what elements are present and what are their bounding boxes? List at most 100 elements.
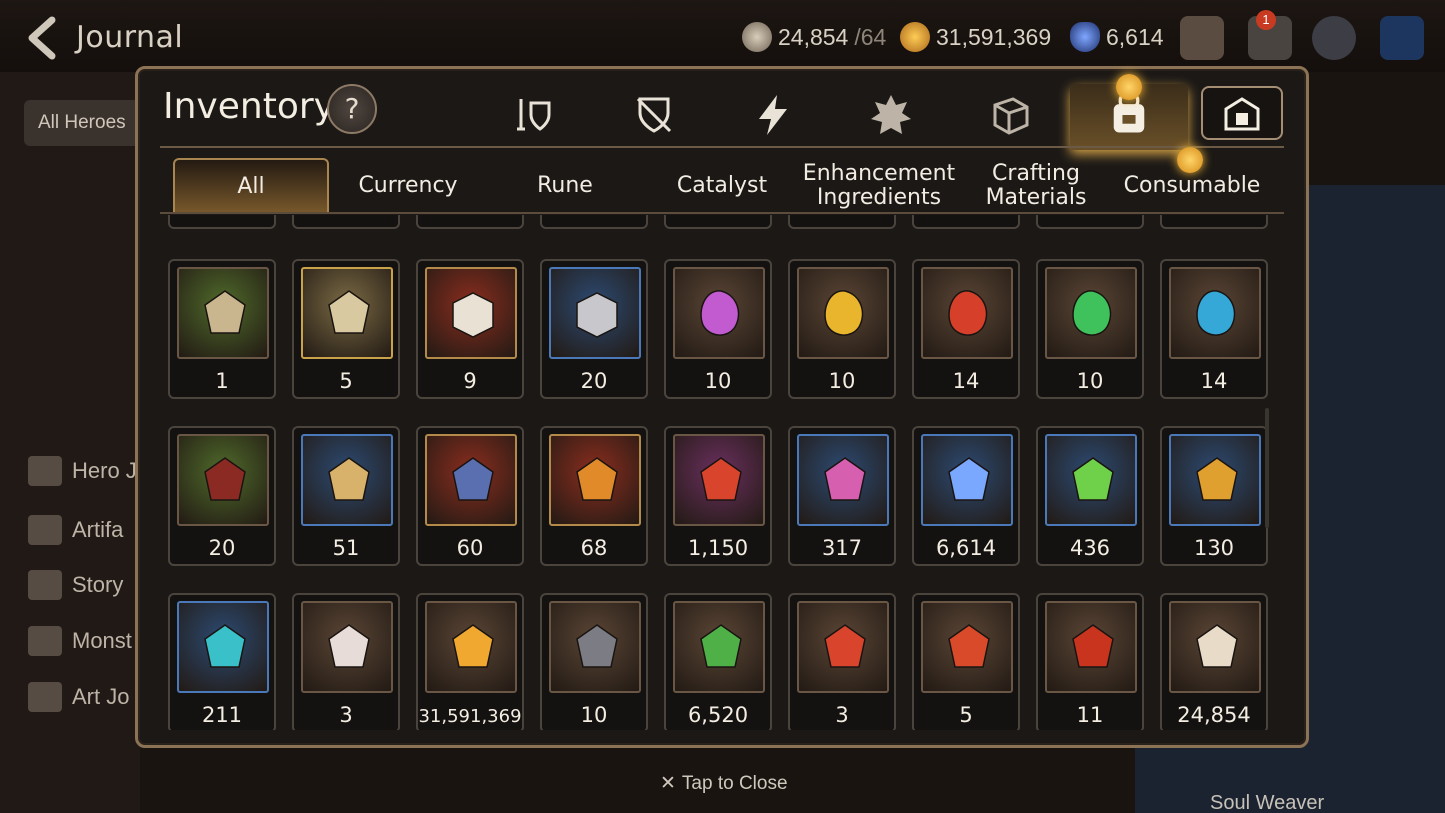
root-icon [328, 457, 370, 501]
inventory-slot[interactable]: 14 [1160, 259, 1268, 399]
sidebar-item-artifact[interactable]: Artifa [28, 515, 123, 545]
inventory-slot[interactable]: 14 [912, 259, 1020, 399]
sidebar-item-hero-journal[interactable]: Hero J [28, 456, 137, 486]
inventory-slot[interactable]: 10 [1036, 259, 1144, 399]
sidebar-item-story[interactable]: Story [28, 570, 123, 600]
inventory-slot[interactable]: 5 [292, 259, 400, 399]
mail-icon[interactable]: 1 [1248, 10, 1292, 60]
tap-to-close[interactable]: ✕ Tap to Close [660, 772, 788, 795]
claw-icon [204, 457, 246, 501]
inventory-slot[interactable]: 1 [168, 259, 276, 399]
inventory-slot-partial[interactable] [912, 215, 1020, 229]
item-frame [921, 267, 1013, 359]
inventory-slot-partial[interactable] [1036, 215, 1144, 229]
inventory-slot[interactable]: 10 [664, 259, 772, 399]
shop-icon[interactable] [1180, 16, 1224, 60]
item-quantity: 10 [828, 369, 856, 393]
sidebar-item-art-journal[interactable]: Art Jo [28, 682, 129, 712]
storage-button[interactable] [1201, 86, 1283, 140]
green-heart-icon [700, 624, 742, 668]
tab-crafting-materials[interactable]: Crafting Materials [958, 158, 1114, 214]
inventory-slot-partial[interactable] [416, 215, 524, 229]
item-frame [673, 267, 765, 359]
item-frame [425, 434, 517, 526]
inventory-slot[interactable]: 68 [540, 426, 648, 566]
inventory-slot[interactable]: 31,591,369 [416, 593, 524, 730]
stamina-resource[interactable]: 24,854/64 [742, 22, 886, 52]
inventory-slot[interactable]: 10 [788, 259, 896, 399]
inventory-slot-partial[interactable] [664, 215, 772, 229]
tab-rune[interactable]: Rune [487, 158, 643, 214]
skystone-resource[interactable]: 6,614 [1070, 22, 1164, 52]
item-frame [549, 267, 641, 359]
inventory-slot[interactable]: 10 [540, 593, 648, 730]
hero-filter[interactable]: All Heroes [24, 100, 144, 146]
tab-enhancement-ingredients[interactable]: Enhancement Ingredients [801, 158, 957, 214]
item-frame [177, 601, 269, 693]
inventory-slot[interactable]: 20 [168, 426, 276, 566]
tab-currency[interactable]: Currency [330, 158, 486, 214]
inventory-slot[interactable]: 317 [788, 426, 896, 566]
inventory-slot[interactable]: 11 [1036, 593, 1144, 730]
inventory-slot-partial[interactable] [788, 215, 896, 229]
item-quantity: 31,591,369 [418, 706, 522, 727]
gold-resource[interactable]: 31,591,369 [900, 22, 1051, 52]
inventory-slot[interactable]: 130 [1160, 426, 1268, 566]
back-arrow-icon[interactable] [22, 16, 62, 60]
tab-catalyst[interactable]: Catalyst [644, 158, 800, 214]
sidebar-item-monster[interactable]: Monst [28, 626, 132, 656]
item-quantity: 6,520 [687, 703, 749, 727]
item-frame [1045, 601, 1137, 693]
artifact-icon[interactable] [746, 88, 800, 142]
item-frame [1169, 267, 1261, 359]
tab-all[interactable]: All [173, 158, 329, 214]
inventory-slot[interactable]: 1,150 [664, 426, 772, 566]
material-box-icon[interactable] [984, 88, 1038, 142]
scrollbar[interactable] [1265, 408, 1269, 528]
green-gem-icon [1072, 290, 1112, 336]
red-gem-icon [948, 290, 988, 336]
inventory-slot-partial[interactable] [292, 215, 400, 229]
treasure-box-icon [452, 292, 494, 338]
inventory-slot-partial[interactable] [168, 215, 276, 229]
stamina-icon [742, 22, 772, 52]
inventory-slot[interactable]: 6,614 [912, 426, 1020, 566]
inventory-slot[interactable]: 20 [540, 259, 648, 399]
inventory-slot[interactable]: 3 [788, 593, 896, 730]
inventory-slot[interactable]: 51 [292, 426, 400, 566]
help-button[interactable]: ? [327, 84, 377, 134]
menu-grid-icon[interactable] [1380, 16, 1424, 60]
inventory-slot[interactable]: 60 [416, 426, 524, 566]
item-frame [1045, 434, 1137, 526]
item-quantity: 14 [952, 369, 980, 393]
new-item-dot [1116, 74, 1142, 100]
rune-stone-gold-icon [328, 290, 370, 334]
item-frame [797, 434, 889, 526]
item-quantity: 5 [339, 369, 353, 393]
inventory-slot[interactable]: 3 [292, 593, 400, 730]
inventory-slot[interactable]: 436 [1036, 426, 1144, 566]
item-frame [177, 267, 269, 359]
item-frame [673, 601, 765, 693]
inventory-slot-partial[interactable] [540, 215, 648, 229]
lightning-icon [28, 515, 62, 545]
monster-icon [28, 626, 62, 656]
inventory-slot[interactable]: 5 [912, 593, 1020, 730]
knight-piece-icon [1196, 624, 1238, 668]
item-quantity: 10 [1076, 369, 1104, 393]
rune-icon[interactable] [864, 88, 918, 142]
inventory-slot[interactable]: 6,520 [664, 593, 772, 730]
item-quantity: 130 [1193, 536, 1235, 560]
tab-bottom-divider [160, 212, 1284, 214]
skystone-icon [1070, 22, 1100, 52]
shield-icon[interactable] [627, 88, 681, 142]
item-frame [549, 601, 641, 693]
banner-icon [948, 624, 990, 668]
chat-icon[interactable] [1312, 16, 1356, 60]
inventory-slot-partial[interactable] [1160, 215, 1268, 229]
hero-gear-icon[interactable] [508, 88, 562, 142]
inventory-slot[interactable]: 211 [168, 593, 276, 730]
leaf-icon [1072, 457, 1114, 501]
inventory-slot[interactable]: 9 [416, 259, 524, 399]
inventory-slot[interactable]: 24,854 [1160, 593, 1268, 730]
